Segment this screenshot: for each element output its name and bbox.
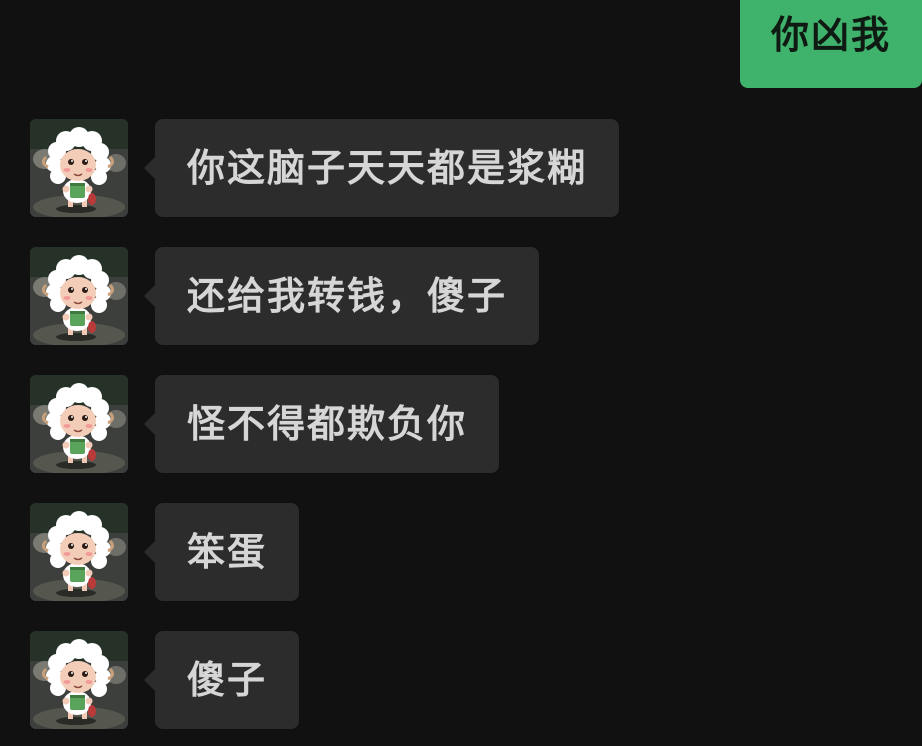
sheep-avatar-icon[interactable] bbox=[30, 119, 128, 217]
sent-message-bubble[interactable]: 你凶我 bbox=[740, 0, 922, 88]
received-message-bubble[interactable]: 傻子 bbox=[143, 631, 300, 729]
received-message-bubble[interactable]: 笨蛋 bbox=[143, 503, 300, 601]
received-message-bubble[interactable]: 还给我转钱，傻子 bbox=[143, 247, 540, 345]
chat-window: 你凶我 你这脑子天天都是浆糊 还给我转钱，傻子 怪不得都欺负你 笨蛋 傻子 bbox=[0, 0, 922, 746]
message-text: 你这脑子天天都是浆糊 bbox=[187, 146, 588, 190]
sheep-avatar-icon[interactable] bbox=[30, 247, 128, 345]
received-message-bubble[interactable]: 你这脑子天天都是浆糊 bbox=[143, 119, 620, 217]
message-text: 傻子 bbox=[187, 658, 268, 702]
sheep-avatar-icon[interactable] bbox=[30, 375, 128, 473]
sent-message-text: 你凶我 bbox=[770, 13, 891, 57]
message-text: 还给我转钱，傻子 bbox=[187, 274, 508, 318]
sheep-avatar-icon[interactable] bbox=[30, 503, 128, 601]
sheep-avatar-icon[interactable] bbox=[30, 631, 128, 729]
message-text: 笨蛋 bbox=[187, 530, 268, 574]
received-message-bubble[interactable]: 怪不得都欺负你 bbox=[143, 375, 500, 473]
message-text: 怪不得都欺负你 bbox=[187, 402, 468, 446]
